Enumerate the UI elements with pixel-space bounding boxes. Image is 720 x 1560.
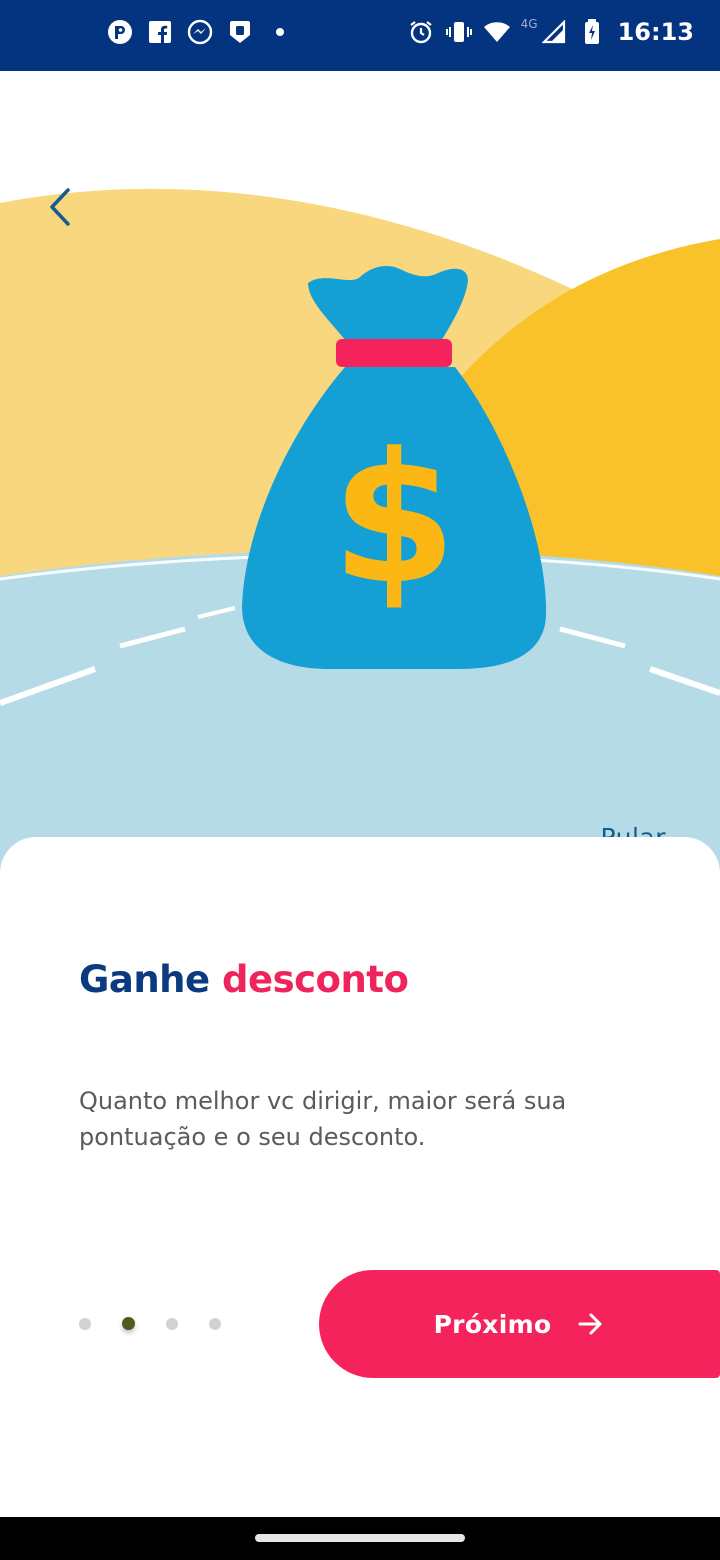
messenger-icon — [186, 18, 214, 46]
title-accent: desconto — [222, 958, 409, 1001]
back-button[interactable] — [30, 175, 90, 239]
onboarding-illustration: $ Pular — [0, 71, 720, 871]
description-text: Quanto melhor vc dirigir, maior será sua… — [79, 1087, 567, 1151]
dot-icon — [266, 18, 294, 46]
system-nav-bar — [0, 1517, 720, 1560]
pagination-dots — [79, 1317, 252, 1330]
facebook-icon — [146, 18, 174, 46]
arrow-right-icon — [578, 1313, 602, 1335]
onboarding-card: Ganhe desconto Quanto melhor vc dirigir,… — [0, 837, 720, 1517]
page-title: Ganhe desconto — [79, 958, 409, 1001]
status-bar-system: 4G 16:13 — [407, 17, 694, 46]
page-dot-3[interactable] — [166, 1317, 178, 1330]
alarm-icon — [407, 18, 435, 46]
svg-text:$: $ — [331, 415, 456, 624]
status-time: 16:13 — [617, 18, 694, 46]
shield-app-icon — [226, 18, 254, 46]
network-type-label: 4G — [520, 17, 538, 31]
page-dot-4[interactable] — [209, 1317, 221, 1330]
page-dot-2-active[interactable] — [122, 1317, 135, 1330]
next-button-label: Próximo — [433, 1309, 552, 1339]
pokemon-go-icon — [106, 18, 134, 46]
signal-icon — [540, 18, 568, 46]
page-dot-1[interactable] — [79, 1317, 91, 1330]
vibrate-icon — [445, 18, 473, 46]
status-bar: 4G 16:13 — [0, 0, 720, 71]
chevron-left-icon — [50, 188, 70, 226]
battery-charging-icon — [578, 18, 606, 46]
status-bar-notifications — [106, 18, 294, 46]
title-primary: Ganhe — [79, 958, 210, 1001]
home-gesture-handle[interactable] — [255, 1534, 465, 1542]
next-button[interactable]: Próximo — [319, 1270, 720, 1378]
money-bag-road-illustration: $ — [0, 71, 720, 871]
wifi-icon — [483, 18, 511, 46]
